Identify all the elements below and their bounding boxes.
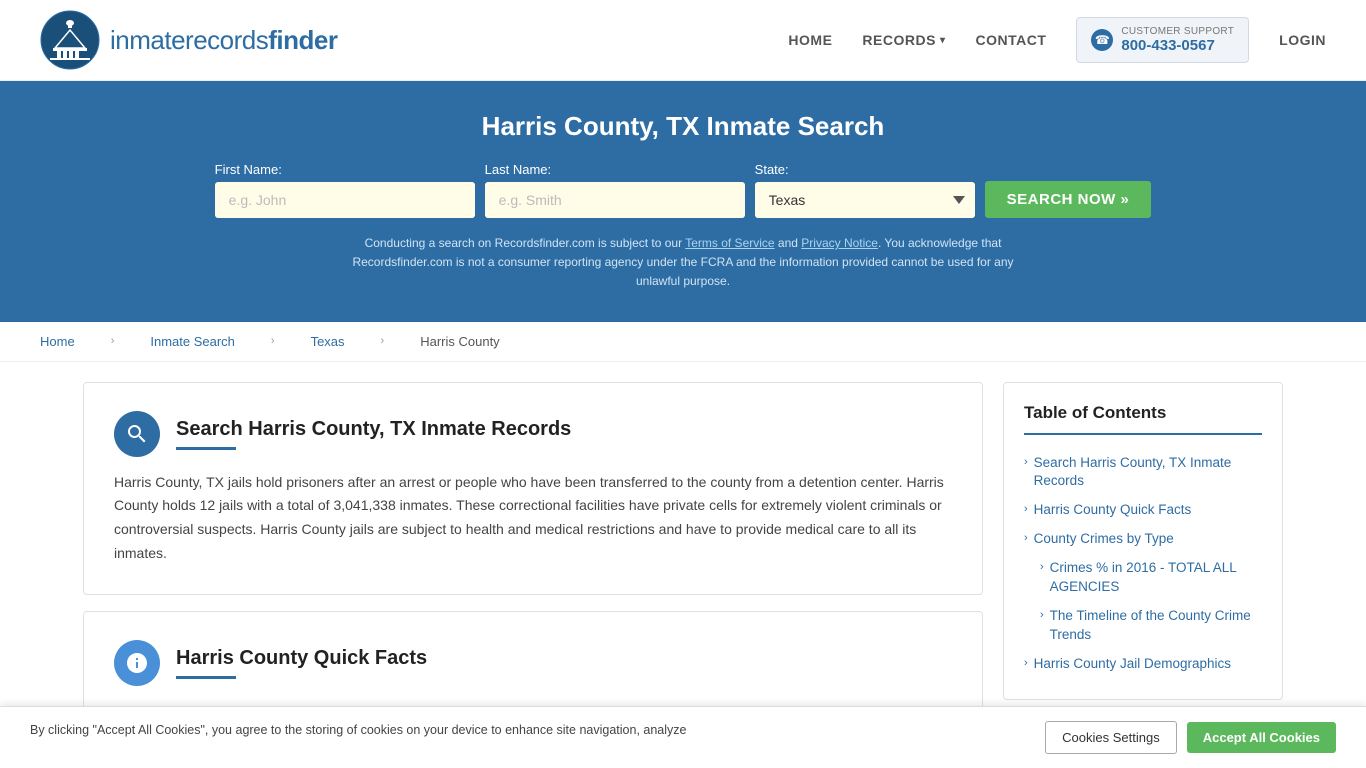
nav-contact[interactable]: CONTACT (975, 32, 1046, 48)
customer-support-button[interactable]: ☎ CUSTOMER SUPPORT 800-433-0567 (1076, 17, 1249, 63)
section1-text: Harris County, TX jails hold prisoners a… (114, 471, 952, 566)
chevron-down-icon: ▾ (940, 35, 946, 46)
site-header: inmaterecordsfinder HOME RECORDS ▾ CONTA… (0, 0, 1366, 81)
page-title: Harris County, TX Inmate Search (40, 111, 1326, 142)
content-area: Search Harris County, TX Inmate Records … (83, 382, 983, 745)
logo-icon (40, 10, 100, 70)
section1-header: Search Harris County, TX Inmate Records (114, 411, 952, 457)
toc-link-5[interactable]: The Timeline of the County Crime Trends (1050, 607, 1262, 645)
logo-area[interactable]: inmaterecordsfinder (40, 10, 337, 70)
breadcrumb: Home › Inmate Search › Texas › Harris Co… (0, 322, 1366, 362)
toc-link-2[interactable]: Harris County Quick Facts (1034, 501, 1192, 520)
state-select[interactable]: Texas (755, 182, 975, 218)
toc-link-6[interactable]: Harris County Jail Demographics (1034, 655, 1231, 674)
search-button[interactable]: SEARCH NOW » (985, 181, 1152, 218)
phone-icon: ☎ (1091, 29, 1113, 51)
toc-item-4[interactable]: › Crimes % in 2016 - TOTAL ALL AGENCIES (1024, 554, 1262, 602)
search-circle-icon (114, 411, 160, 457)
state-label: State: (755, 162, 975, 177)
state-group: State: Texas (755, 162, 975, 218)
section1-underline (176, 447, 236, 450)
main-container: Search Harris County, TX Inmate Records … (43, 362, 1323, 765)
search-icon (125, 422, 149, 446)
nav-login[interactable]: LOGIN (1279, 32, 1326, 48)
breadcrumb-texas[interactable]: Texas (311, 334, 345, 349)
inmate-records-section: Search Harris County, TX Inmate Records … (83, 382, 983, 595)
logo-text: inmaterecordsfinder (110, 25, 337, 56)
toc-link-4[interactable]: Crimes % in 2016 - TOTAL ALL AGENCIES (1050, 559, 1262, 597)
last-name-label: Last Name: (485, 162, 745, 177)
last-name-group: Last Name: (485, 162, 745, 218)
toc-link-3[interactable]: County Crimes by Type (1034, 530, 1174, 549)
cookie-accept-button[interactable]: Accept All Cookies (1187, 722, 1336, 753)
hero-disclaimer: Conducting a search on Recordsfinder.com… (333, 234, 1033, 292)
toc-item-2[interactable]: › Harris County Quick Facts (1024, 496, 1262, 525)
breadcrumb-sep-2: › (271, 335, 275, 347)
breadcrumb-home[interactable]: Home (40, 334, 75, 349)
last-name-input[interactable] (485, 182, 745, 218)
toc-item-6[interactable]: › Harris County Jail Demographics (1024, 650, 1262, 679)
hero-section: Harris County, TX Inmate Search First Na… (0, 81, 1366, 322)
cookie-buttons: Cookies Settings Accept All Cookies (1045, 721, 1336, 754)
tos-link[interactable]: Terms of Service (685, 236, 774, 250)
section2-underline (176, 676, 236, 679)
nav-records[interactable]: RECORDS ▾ (862, 32, 945, 48)
toc-item-3[interactable]: › County Crimes by Type (1024, 525, 1262, 554)
toc-divider (1024, 433, 1262, 435)
breadcrumb-sep-3: › (381, 335, 385, 347)
toc-chevron-4: › (1040, 561, 1044, 573)
toc-card: Table of Contents › Search Harris County… (1003, 382, 1283, 700)
breadcrumb-inmate-search[interactable]: Inmate Search (150, 334, 235, 349)
toc-chevron-6: › (1024, 657, 1028, 669)
toc-item-1[interactable]: › Search Harris County, TX Inmate Record… (1024, 449, 1262, 497)
breadcrumb-current: Harris County (420, 334, 499, 349)
cookie-settings-button[interactable]: Cookies Settings (1045, 721, 1177, 754)
toc-link-1[interactable]: Search Harris County, TX Inmate Records (1034, 454, 1262, 492)
toc-title: Table of Contents (1024, 403, 1262, 423)
privacy-link[interactable]: Privacy Notice (801, 236, 878, 250)
breadcrumb-sep-1: › (111, 335, 115, 347)
toc-chevron-1: › (1024, 456, 1028, 468)
cookie-text: By clicking "Accept All Cookies", you ag… (30, 721, 686, 740)
first-name-group: First Name: (215, 162, 475, 218)
section2-title: Harris County Quick Facts (176, 647, 427, 670)
cookie-banner: By clicking "Accept All Cookies", you ag… (0, 706, 1366, 768)
toc-chevron-2: › (1024, 503, 1028, 515)
nav-home[interactable]: HOME (788, 32, 832, 48)
support-label: CUSTOMER SUPPORT (1121, 26, 1234, 37)
info-icon (125, 651, 149, 675)
first-name-label: First Name: (215, 162, 475, 177)
alert-circle-icon (114, 640, 160, 686)
toc-item-5[interactable]: › The Timeline of the County Crime Trend… (1024, 602, 1262, 650)
toc-chevron-3: › (1024, 532, 1028, 544)
search-form: First Name: Last Name: State: Texas SEAR… (40, 162, 1326, 218)
support-phone: 800-433-0567 (1121, 37, 1234, 54)
section2-header: Harris County Quick Facts (114, 640, 952, 686)
toc-chevron-5: › (1040, 609, 1044, 621)
main-nav: HOME RECORDS ▾ CONTACT ☎ CUSTOMER SUPPOR… (788, 17, 1326, 63)
sidebar: Table of Contents › Search Harris County… (1003, 382, 1283, 745)
section1-title: Search Harris County, TX Inmate Records (176, 418, 571, 441)
first-name-input[interactable] (215, 182, 475, 218)
